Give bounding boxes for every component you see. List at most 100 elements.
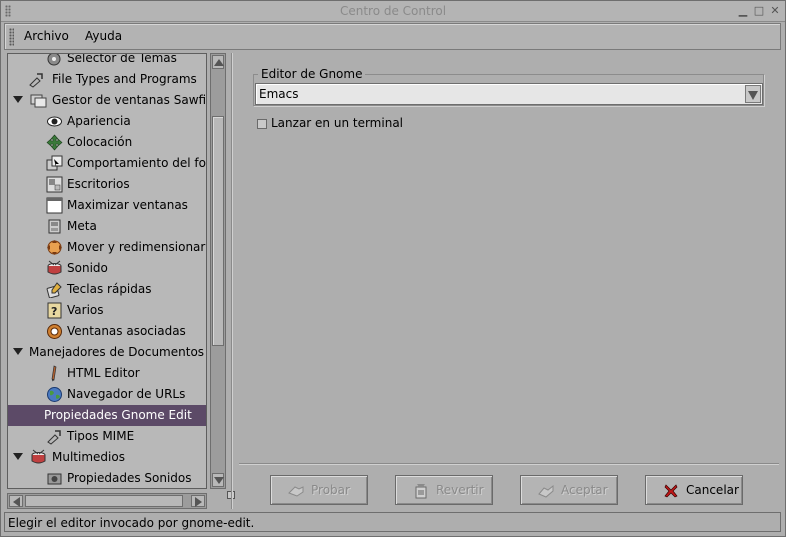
- title-bar[interactable]: Centro de Control ▁ □ ✕: [1, 1, 785, 22]
- mime-types-icon: [47, 430, 61, 445]
- accept-icon: [538, 484, 554, 498]
- button-label: Revertir: [436, 483, 484, 497]
- desktops-icon: [46, 176, 63, 193]
- window-manager-icon: [30, 94, 47, 108]
- editor-group-label: Editor de Gnome: [258, 67, 366, 81]
- scrollbar-thumb[interactable]: [212, 116, 224, 346]
- tree-item-propiedades-sonidos[interactable]: Propiedades Sonidos: [8, 468, 206, 488]
- tree-item-tipos-mime[interactable]: Tipos MIME: [8, 426, 206, 447]
- tree-item-label: Mover y redimensionar: [67, 240, 206, 254]
- close-icon[interactable]: ✕: [768, 4, 782, 18]
- tree-item-html-editor[interactable]: HTML Editor: [8, 363, 206, 384]
- tree-item-label: Colocación: [67, 135, 133, 149]
- menu-ayuda[interactable]: Ayuda: [85, 29, 122, 43]
- menu-archivo[interactable]: Archivo: [24, 29, 69, 43]
- tree-item-label: Maximizar ventanas: [67, 198, 188, 212]
- tree-item-label: File Types and Programs: [52, 72, 197, 86]
- tree-item-mover[interactable]: Mover y redimensionar: [8, 237, 206, 258]
- move-resize-icon: [47, 240, 62, 255]
- tree-item-escritorios[interactable]: Escritorios: [8, 174, 206, 195]
- html-editor-icon: [51, 365, 57, 382]
- tree-item-label: Selector de Temas: [67, 53, 177, 65]
- sound-properties-icon: [47, 473, 62, 485]
- url-browser-icon: [47, 387, 62, 402]
- maximize-icon[interactable]: □: [752, 4, 766, 18]
- tree-item-navegador-urls[interactable]: Navegador de URLs: [8, 384, 206, 405]
- maximize-windows-icon: [46, 197, 63, 214]
- tree-vertical-scrollbar[interactable]: [210, 53, 226, 489]
- cancelar-button[interactable]: Cancelar: [645, 475, 743, 505]
- tree-item-label: Comportamiento del foco: [67, 156, 207, 170]
- tree-item-label: Meta: [67, 219, 97, 233]
- status-text: Elegir el editor invocado por gnome-edit…: [8, 516, 255, 530]
- tree-item-sawfish[interactable]: Gestor de ventanas Sawfish: [8, 90, 206, 111]
- pane-divider[interactable]: [231, 53, 233, 509]
- control-center-window: Centro de Control ▁ □ ✕ Archivo Ayuda Se…: [0, 0, 786, 537]
- minimize-icon[interactable]: ▁: [736, 4, 750, 18]
- multimedia-icon: [31, 449, 46, 464]
- tree-item-ventanas-asociadas[interactable]: Ventanas asociadas: [8, 321, 206, 342]
- terminal-checkbox[interactable]: [257, 119, 267, 129]
- tree-item-sonido[interactable]: Sonido: [8, 258, 206, 279]
- tree-item-apariencia[interactable]: Apariencia: [8, 111, 206, 132]
- svg-text:?: ?: [51, 305, 57, 318]
- tree-item-multimedios[interactable]: Multimedios: [8, 447, 206, 468]
- probar-button[interactable]: Probar: [270, 475, 368, 505]
- aceptar-button[interactable]: Aceptar: [520, 475, 618, 505]
- scroll-right-arrow-icon[interactable]: [191, 495, 205, 507]
- tree-item-label: Gestor de ventanas Sawfish: [52, 93, 207, 107]
- scroll-down-arrow-icon[interactable]: [212, 473, 224, 487]
- tree-horizontal-scrollbar[interactable]: [7, 493, 207, 509]
- tree-item-colocacion[interactable]: Colocación: [8, 132, 206, 153]
- button-separator: [239, 463, 779, 465]
- tree-item-label: Multimedios: [52, 450, 125, 464]
- terminal-checkbox-label[interactable]: Lanzar en un terminal: [271, 116, 403, 130]
- window-title: Centro de Control: [339, 4, 447, 18]
- tree-item-meta[interactable]: Meta: [8, 216, 206, 237]
- meta-icon: [48, 219, 61, 234]
- tree-item-label: Propiedades Gnome Edit: [44, 408, 192, 422]
- focus-icon: [46, 155, 63, 171]
- tree-item-foco[interactable]: Comportamiento del foco: [8, 153, 206, 174]
- expander-open-icon[interactable]: [13, 96, 23, 103]
- tree-item-selector-de-temas[interactable]: Selector de Temas: [8, 53, 206, 69]
- tree-item-file-types[interactable]: File Types and Programs: [8, 69, 206, 90]
- tree-item-varios[interactable]: ? Varios: [8, 300, 206, 321]
- tree-item-propiedades-gnome-edit[interactable]: Propiedades Gnome Edit: [8, 405, 206, 426]
- dropdown-arrow-icon[interactable]: [745, 85, 761, 103]
- menubar-handle-icon[interactable]: [9, 28, 14, 46]
- file-types-icon: [29, 73, 43, 88]
- editor-dropdown[interactable]: Emacs: [255, 83, 763, 105]
- associated-windows-icon: [47, 324, 62, 339]
- scroll-left-arrow-icon[interactable]: [9, 495, 23, 507]
- tree-item-label: Apariencia: [67, 114, 131, 128]
- tree-item-maximizar[interactable]: Maximizar ventanas: [8, 195, 206, 216]
- shortcut-keys-icon: [46, 282, 62, 298]
- cancel-icon: [664, 484, 678, 498]
- tree-item-label: Manejadores de Documentos: [29, 345, 205, 359]
- editor-dropdown-value: Emacs: [259, 87, 299, 101]
- misc-icon: ?: [47, 302, 62, 319]
- placement-icon: [46, 134, 63, 151]
- drum-icon: [47, 260, 62, 275]
- scrollbar-thumb[interactable]: [25, 495, 183, 507]
- capplet-tree: Selector de Temas File Types and Program…: [7, 53, 207, 489]
- tree-item-label: Tipos MIME: [67, 429, 135, 443]
- button-label: Probar: [311, 483, 350, 497]
- expander-open-icon[interactable]: [13, 453, 23, 460]
- revertir-button[interactable]: Revertir: [395, 475, 493, 505]
- tree-item-label: HTML Editor: [67, 366, 140, 380]
- revert-icon: [415, 484, 427, 499]
- tree-item-label: Propiedades Sonidos: [67, 471, 192, 485]
- tree-item-teclas[interactable]: Teclas rápidas: [8, 279, 206, 300]
- button-label: Aceptar: [561, 483, 608, 497]
- expander-open-icon[interactable]: [13, 348, 23, 355]
- theme-selector-icon: [47, 54, 61, 66]
- eye-icon: [47, 116, 62, 127]
- tree-item-manejadores[interactable]: Manejadores de Documentos: [8, 342, 206, 363]
- scroll-up-arrow-icon[interactable]: [212, 55, 224, 69]
- try-icon: [288, 486, 304, 497]
- button-label: Cancelar: [686, 483, 739, 497]
- tree-item-label: Navegador de URLs: [67, 387, 186, 401]
- menubar: Archivo Ayuda: [4, 23, 781, 50]
